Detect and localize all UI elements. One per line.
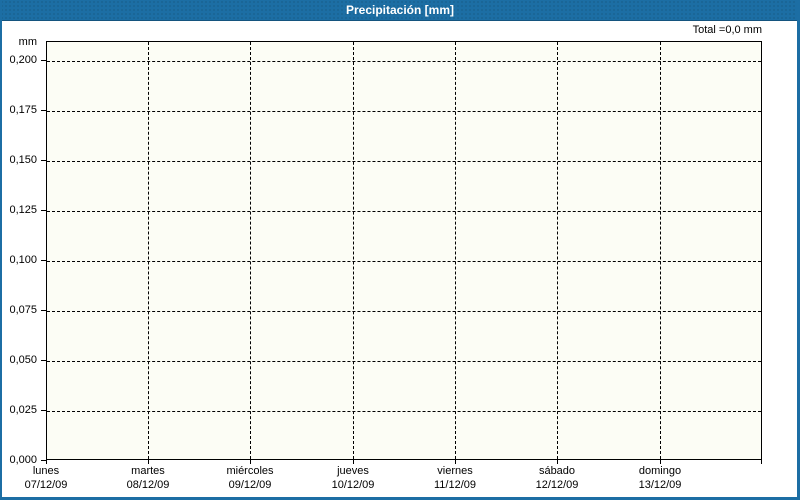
y-tick-label: 0,050 bbox=[9, 354, 37, 366]
v-gridline bbox=[250, 42, 251, 459]
y-tick-label: 0,025 bbox=[9, 404, 37, 416]
x-label-group: martes 08/12/09 bbox=[127, 464, 170, 492]
x-axis-tick bbox=[761, 460, 762, 464]
v-gridline bbox=[455, 42, 456, 459]
total-label: Total =0,0 mm bbox=[692, 24, 762, 36]
x-date-label: 08/12/09 bbox=[126, 479, 170, 491]
h-gridline bbox=[47, 361, 761, 362]
plot-area bbox=[46, 41, 762, 460]
x-day-label: miércoles bbox=[226, 465, 274, 477]
y-axis-unit-label: mm bbox=[18, 36, 37, 48]
h-gridline bbox=[47, 311, 761, 312]
x-day-label: domingo bbox=[638, 465, 682, 477]
x-date-label: 13/12/09 bbox=[638, 479, 682, 491]
x-day-label: martes bbox=[131, 465, 165, 477]
y-tick-label: 0,150 bbox=[9, 154, 37, 166]
h-gridline bbox=[47, 111, 761, 112]
chart-window: Precipitación [mm] Total =0,0 mm mm 0,20… bbox=[0, 0, 800, 500]
h-gridline bbox=[47, 261, 761, 262]
chart-title: Precipitación [mm] bbox=[345, 3, 455, 17]
y-tick-label: 0,100 bbox=[9, 254, 37, 266]
h-gridline bbox=[47, 61, 761, 62]
x-day-label: lunes bbox=[32, 465, 60, 477]
v-gridline bbox=[660, 42, 661, 459]
window-border-left bbox=[0, 0, 2, 500]
v-gridline bbox=[148, 42, 149, 459]
x-label-group: viernes 11/12/09 bbox=[434, 464, 476, 492]
y-tick-label: 0,075 bbox=[9, 304, 37, 316]
x-date-label: 12/12/09 bbox=[535, 479, 579, 491]
h-gridline bbox=[47, 411, 761, 412]
h-gridline bbox=[47, 161, 761, 162]
x-label-group: sábado 12/12/09 bbox=[536, 464, 579, 492]
x-label-group: miércoles 09/12/09 bbox=[226, 464, 273, 492]
x-label-group: lunes 07/12/09 bbox=[25, 464, 68, 492]
x-label-group: domingo 13/12/09 bbox=[639, 464, 682, 492]
x-date-label: 11/12/09 bbox=[433, 479, 477, 491]
x-label-group: jueves 10/12/09 bbox=[332, 464, 375, 492]
v-gridline bbox=[557, 42, 558, 459]
y-tick-label: 0,200 bbox=[9, 54, 37, 66]
chart-title-bar: Precipitación [mm] bbox=[0, 0, 800, 21]
x-date-label: 10/12/09 bbox=[331, 479, 375, 491]
x-date-label: 09/12/09 bbox=[228, 479, 272, 491]
h-gridline bbox=[47, 211, 761, 212]
y-tick-label: 0,125 bbox=[9, 204, 37, 216]
x-day-label: sábado bbox=[538, 465, 576, 477]
y-tick-label: 0,175 bbox=[9, 104, 37, 116]
x-date-label: 07/12/09 bbox=[24, 479, 68, 491]
x-day-label: viernes bbox=[437, 465, 473, 477]
x-day-label: jueves bbox=[337, 465, 369, 477]
v-gridline bbox=[353, 42, 354, 459]
